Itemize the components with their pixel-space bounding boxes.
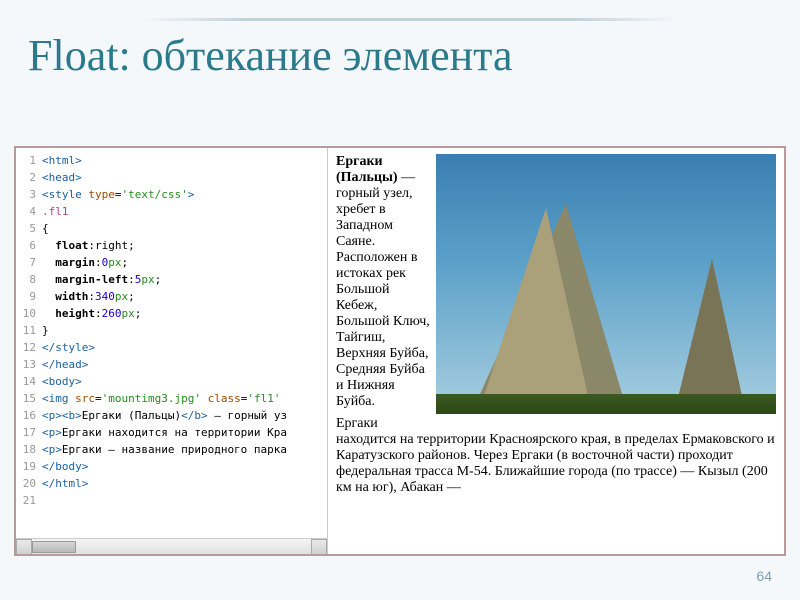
code-text: </style>: [42, 339, 327, 356]
line-number: 21: [16, 492, 42, 509]
scrollbar-thumb[interactable]: [32, 541, 76, 553]
line-number: 5: [16, 220, 42, 237]
code-text: <p><b>Ергаки (Пальцы)</b> — горный уз: [42, 407, 327, 424]
line-number: 2: [16, 169, 42, 186]
line-number: 19: [16, 458, 42, 475]
line-number: 3: [16, 186, 42, 203]
code-text: float:right;: [42, 237, 327, 254]
preview-pane: Ергаки (Пальцы) — горный узел, хребет в …: [328, 148, 784, 554]
example-frame: 1<html>2<head>3<style type='text/css'>4.…: [14, 146, 786, 556]
code-line: 11}: [16, 322, 327, 339]
line-number: 13: [16, 356, 42, 373]
line-number: 1: [16, 152, 42, 169]
code-line: 15<img src='mountimg3.jpg' class='fl1': [16, 390, 327, 407]
mountain-image: [436, 154, 776, 414]
scroll-left-arrow[interactable]: [16, 539, 32, 554]
preview-para1-rest: — горный узел, хребет в Западном Саяне. …: [336, 170, 430, 409]
code-text: height:260px;: [42, 305, 327, 322]
code-text: [42, 492, 327, 509]
decorative-line: [140, 18, 680, 21]
code-line: 16<p><b>Ергаки (Пальцы)</b> — горный уз: [16, 407, 327, 424]
code-text: {: [42, 220, 327, 237]
line-number: 8: [16, 271, 42, 288]
code-text: <style type='text/css'>: [42, 186, 327, 203]
code-line: 5{: [16, 220, 327, 237]
code-line: 10 height:260px;: [16, 305, 327, 322]
line-number: 12: [16, 339, 42, 356]
code-text: </head>: [42, 356, 327, 373]
code-text: margin:0px;: [42, 254, 327, 271]
slide: Float: обтекание элемента 1<html>2<head>…: [0, 0, 800, 600]
code-text: margin-left:5px;: [42, 271, 327, 288]
code-line: 14<body>: [16, 373, 327, 390]
code-text: </body>: [42, 458, 327, 475]
preview-title-bold: Ергаки (Пальцы): [336, 154, 398, 185]
code-text: .fl1: [42, 203, 327, 220]
line-number: 11: [16, 322, 42, 339]
line-number: 9: [16, 288, 42, 305]
line-number: 16: [16, 407, 42, 424]
line-number: 7: [16, 254, 42, 271]
page-number: 64: [756, 568, 772, 584]
line-number: 6: [16, 237, 42, 254]
code-line: 4.fl1: [16, 203, 327, 220]
code-text: <p>Ергаки — название природного парка: [42, 441, 327, 458]
code-text: width:340px;: [42, 288, 327, 305]
code-line: 8 margin-left:5px;: [16, 271, 327, 288]
code-text: <p>Ергаки находится на территории Кра: [42, 424, 327, 441]
code-line: 19</body>: [16, 458, 327, 475]
code-text: <img src='mountimg3.jpg' class='fl1': [42, 390, 327, 407]
code-text: }: [42, 322, 327, 339]
code-line: 21: [16, 492, 327, 509]
code-lines: 1<html>2<head>3<style type='text/css'>4.…: [16, 148, 327, 509]
code-line: 7 margin:0px;: [16, 254, 327, 271]
line-number: 4: [16, 203, 42, 220]
slide-title: Float: обтекание элемента: [28, 32, 512, 80]
code-line: 20</html>: [16, 475, 327, 492]
line-number: 10: [16, 305, 42, 322]
code-line: 9 width:340px;: [16, 288, 327, 305]
line-number: 18: [16, 441, 42, 458]
line-number: 15: [16, 390, 42, 407]
scroll-right-arrow[interactable]: [311, 539, 327, 554]
code-line: 17<p>Ергаки находится на территории Кра: [16, 424, 327, 441]
code-line: 1<html>: [16, 152, 327, 169]
code-line: 12</style>: [16, 339, 327, 356]
code-line: 6 float:right;: [16, 237, 327, 254]
code-line: 3<style type='text/css'>: [16, 186, 327, 203]
code-editor-pane: 1<html>2<head>3<style type='text/css'>4.…: [16, 148, 328, 554]
code-text: <head>: [42, 169, 327, 186]
code-text: </html>: [42, 475, 327, 492]
horizontal-scrollbar[interactable]: [16, 538, 327, 554]
preview-paragraph-2: Ергаки находится на территории Красноярс…: [336, 416, 776, 496]
code-text: <html>: [42, 152, 327, 169]
code-line: 2<head>: [16, 169, 327, 186]
line-number: 17: [16, 424, 42, 441]
code-text: <body>: [42, 373, 327, 390]
code-line: 18<p>Ергаки — название природного парка: [16, 441, 327, 458]
line-number: 14: [16, 373, 42, 390]
line-number: 20: [16, 475, 42, 492]
code-line: 13</head>: [16, 356, 327, 373]
